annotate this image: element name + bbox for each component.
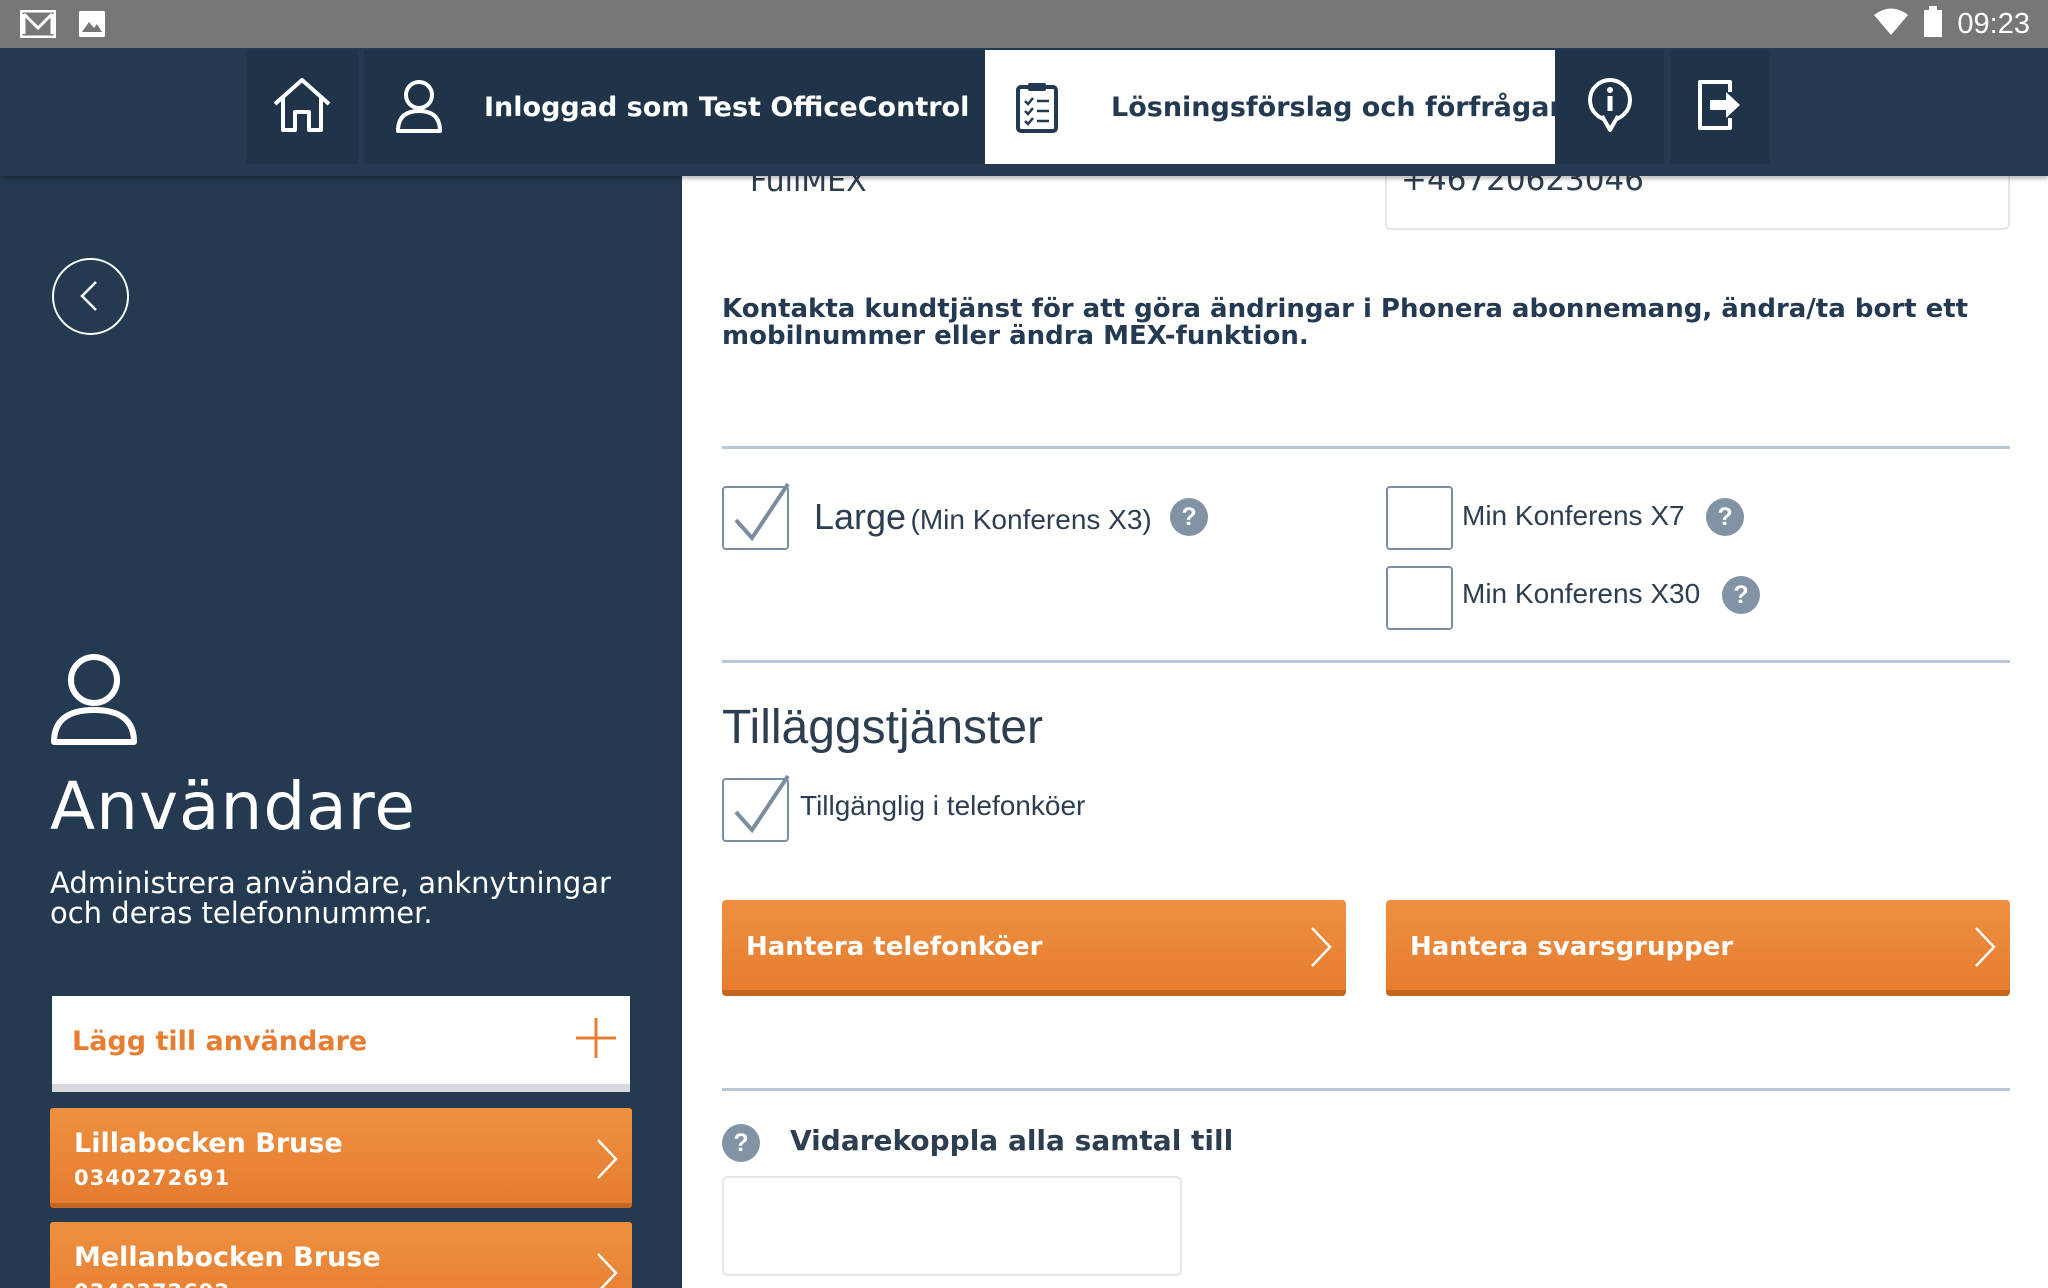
divider: [722, 660, 2010, 663]
user-icon: [394, 79, 444, 135]
large-label: Large: [814, 496, 907, 537]
mobile-number-field[interactable]: +46720623046: [1385, 176, 2010, 230]
gmail-icon: [19, 9, 57, 42]
chevron-right-icon: [592, 1250, 620, 1288]
user-number: 0340272691: [74, 1166, 231, 1190]
available-in-queues-label: Tillgänglig i telefonköer: [800, 790, 1086, 821]
sidebar: Användare Administrera användare, anknyt…: [0, 176, 682, 1288]
logged-in-user-button[interactable]: Inloggad som Test OfficeControl: [364, 50, 984, 164]
add-user-button[interactable]: Lägg till användare: [52, 996, 630, 1092]
back-button[interactable]: [52, 258, 129, 335]
help-icon[interactable]: ?: [1722, 576, 1760, 614]
home-button[interactable]: [246, 50, 358, 164]
manage-groups-label: Hantera svarsgrupper: [1410, 932, 1734, 962]
status-bar: 09:23: [0, 0, 2048, 48]
chevron-right-icon: [592, 1136, 620, 1186]
logout-button[interactable]: [1670, 50, 1770, 164]
x7-label: Min Konferens X7: [1462, 500, 1685, 531]
top-navigation: Inloggad som Test OfficeControl Lösnings…: [0, 48, 2048, 176]
chevron-left-icon: [54, 281, 127, 337]
user-name: Lillabocken Bruse: [74, 1128, 343, 1159]
help-icon[interactable]: ?: [722, 1124, 760, 1162]
home-icon: [271, 76, 333, 138]
help-icon[interactable]: ?: [1706, 498, 1744, 536]
forward-calls-label: Vidarekoppla alla samtal till: [790, 1124, 1234, 1157]
manage-queues-button[interactable]: Hantera telefonköer: [722, 900, 1346, 996]
wifi-icon: [1873, 8, 1909, 40]
add-user-label: Lägg till användare: [72, 1026, 368, 1057]
tab-solutions-request[interactable]: Lösningsförslag och förfrågan: [985, 50, 1569, 164]
available-in-queues-checkbox[interactable]: [722, 774, 790, 842]
large-checkbox[interactable]: [722, 482, 790, 550]
main-content: FullMEX +46720623046 Kontakta kundtjänst…: [682, 176, 2048, 1288]
chevron-right-icon: [1970, 924, 1998, 974]
mobile-number-value: +46720623046: [1401, 176, 1644, 198]
large-sublabel: (Min Konferens X3): [910, 504, 1152, 535]
tab-solutions-request-label: Lösningsförslag och förfrågan: [1111, 91, 1569, 123]
user-number: 0340272692: [74, 1280, 230, 1288]
manage-groups-button[interactable]: Hantera svarsgrupper: [1386, 900, 2010, 996]
logout-icon: [1696, 78, 1744, 136]
user-list-item[interactable]: Lillabocken Bruse 0340272691: [50, 1108, 632, 1208]
x7-checkbox[interactable]: [1386, 486, 1453, 550]
clipboard-icon: [1015, 81, 1059, 133]
x30-checkbox[interactable]: [1386, 566, 1453, 630]
info-button[interactable]: [1556, 50, 1664, 164]
user-outline-icon: [50, 652, 138, 752]
divider: [722, 446, 2010, 449]
manage-queues-label: Hantera telefonköer: [746, 932, 1043, 962]
help-icon[interactable]: ?: [1170, 498, 1208, 536]
user-list-item[interactable]: Mellanbocken Bruse 0340272692: [50, 1222, 632, 1288]
contact-info-text: Kontakta kundtjänst för att göra ändring…: [722, 294, 1969, 351]
x30-label: Min Konferens X30: [1462, 578, 1701, 609]
clock: 09:23: [1957, 7, 2030, 40]
battery-icon: [1923, 6, 1943, 42]
page-description: Administrera användare, anknytningar och…: [50, 866, 611, 930]
page-title: Användare: [50, 768, 416, 845]
chevron-right-icon: [1306, 924, 1334, 974]
image-icon: [78, 10, 106, 42]
divider: [722, 1088, 2010, 1091]
mex-type-value: FullMEX: [750, 176, 867, 199]
logged-in-label: Inloggad som Test OfficeControl: [484, 91, 970, 123]
forward-calls-input[interactable]: [722, 1176, 1182, 1276]
addon-services-title: Tilläggstjänster: [722, 701, 1044, 754]
large-option-label: Large (Min Konferens X3): [814, 496, 1152, 538]
plus-icon: [574, 1016, 618, 1064]
user-name: Mellanbocken Bruse: [74, 1242, 381, 1273]
info-icon: [1586, 78, 1634, 136]
